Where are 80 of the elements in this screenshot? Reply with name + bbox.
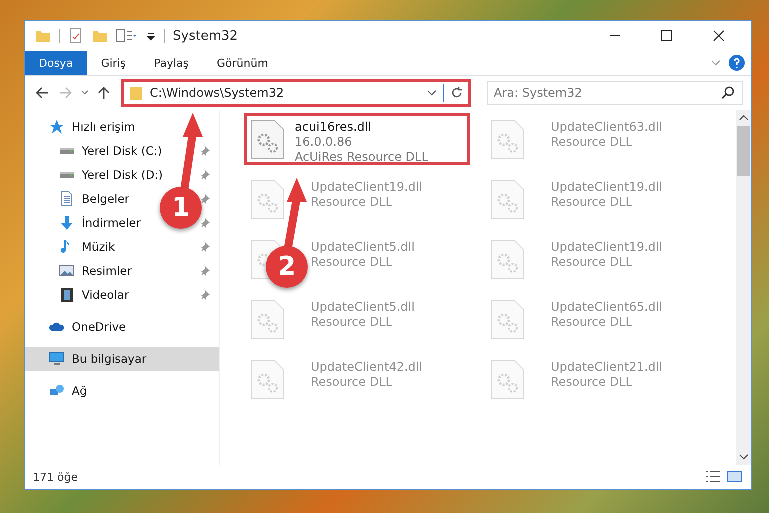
file-name: UpdateClient5.dll xyxy=(311,240,415,255)
file-description: Resource DLL xyxy=(311,315,394,330)
file-description: Resource DLL xyxy=(311,375,394,390)
back-arrow-icon[interactable] xyxy=(35,86,49,100)
tiles-view-icon[interactable] xyxy=(727,470,743,484)
help-icon[interactable] xyxy=(729,55,745,71)
refresh-icon[interactable] xyxy=(450,86,464,100)
pin-icon[interactable] xyxy=(199,145,211,157)
view-icon[interactable] xyxy=(116,28,138,44)
ribbon-tab[interactable]: Paylaş xyxy=(140,51,203,75)
properties-icon[interactable] xyxy=(68,28,84,44)
file-description: Resource DLL xyxy=(551,375,634,390)
window-title: System32 xyxy=(173,28,238,44)
sidebar-item[interactable]: Resimler xyxy=(59,263,132,279)
file-name: UpdateClient42.dll xyxy=(311,360,423,375)
scroll-up-icon[interactable] xyxy=(738,114,748,122)
pin-icon[interactable] xyxy=(199,289,211,301)
file-name: UpdateClient65.dll xyxy=(551,300,663,315)
sidebar-item[interactable]: İndirmeler xyxy=(59,215,141,231)
dropdown-icon[interactable] xyxy=(427,88,437,98)
sidebar-item[interactable]: Belgeler xyxy=(59,191,130,207)
file-name: UpdateClient21.dll xyxy=(551,360,663,375)
address-bar[interactable]: C:\Windows\System32 xyxy=(121,79,471,107)
film-icon xyxy=(59,287,75,303)
sidebar-item[interactable]: Yerel Disk (C:) xyxy=(59,144,162,158)
file-description: Resource DLL xyxy=(551,195,634,210)
file-name: acui16res.dll xyxy=(295,120,373,135)
download-arrow-icon xyxy=(59,215,75,231)
new-folder-icon[interactable] xyxy=(92,28,108,44)
picture-icon xyxy=(59,263,75,279)
scrollbar[interactable] xyxy=(736,110,751,465)
ribbon-tab[interactable]: Giriş xyxy=(87,51,140,75)
pin-icon[interactable] xyxy=(199,241,211,253)
item-count: 171 öğe xyxy=(33,470,78,484)
pin-icon[interactable] xyxy=(199,193,211,205)
gear-file-icon[interactable] xyxy=(251,120,285,160)
document-icon xyxy=(59,191,75,207)
drive-icon xyxy=(59,171,75,179)
file-description: Resource DLL xyxy=(311,195,394,210)
search-field[interactable]: Ara: System32 xyxy=(487,81,743,105)
file-name: UpdateClient19.dll xyxy=(311,180,423,195)
close-icon[interactable] xyxy=(713,30,725,42)
sidebar-item[interactable]: Videolar xyxy=(59,287,130,303)
chevron-icon[interactable] xyxy=(711,58,721,68)
file-description: Resource DLL xyxy=(551,255,634,270)
sidebar-item[interactable]: Bu bilgisayar xyxy=(25,347,219,371)
folder-icon[interactable] xyxy=(35,28,51,44)
file-item[interactable]: acui16res.dll 16.0.0.86 AcUiRes Resource DLL xyxy=(244,113,470,165)
ribbon-tab[interactable]: Dosya xyxy=(25,51,88,75)
scroll-thumb[interactable] xyxy=(737,126,750,176)
file-name: UpdateClient5.dll xyxy=(311,300,415,315)
file-name: UpdateClient19.dll xyxy=(551,180,663,195)
file-description: Resource DLL xyxy=(551,315,634,330)
pin-icon[interactable] xyxy=(199,217,211,229)
ribbon-tab[interactable]: Görünüm xyxy=(203,51,282,75)
up-arrow-icon[interactable] xyxy=(97,86,111,100)
pin-icon[interactable] xyxy=(199,265,211,277)
monitor-icon xyxy=(49,351,65,367)
sidebar-item[interactable]: Hızlı erişim xyxy=(49,119,136,135)
file-name: UpdateClient63.dll xyxy=(551,120,663,135)
drive-icon xyxy=(59,147,75,155)
sidebar-item[interactable]: Müzik xyxy=(59,239,116,255)
sidebar-item[interactable]: Ağ xyxy=(49,383,88,399)
file-description: Resource DLL xyxy=(311,255,394,270)
address-path: C:\Windows\System32 xyxy=(150,86,286,100)
pin-icon[interactable] xyxy=(199,169,211,181)
file-name: UpdateClient19.dll xyxy=(551,240,663,255)
search-icon[interactable] xyxy=(721,86,735,100)
recent-dropdown-icon[interactable] xyxy=(81,89,89,97)
maximize-icon[interactable] xyxy=(661,30,673,42)
sidebar-item[interactable]: Yerel Disk (D:) xyxy=(59,168,164,182)
file-description: Resource DLL xyxy=(551,135,634,150)
file-version: 16.0.0.86 xyxy=(295,135,354,150)
folder-icon xyxy=(128,85,144,101)
file-description: AcUiRes Resource DLL xyxy=(295,150,428,165)
details-view-icon[interactable] xyxy=(705,470,721,484)
star-icon xyxy=(49,119,65,135)
scroll-down-icon[interactable] xyxy=(738,453,748,461)
sidebar-item[interactable]: OneDrive xyxy=(49,319,126,335)
forward-arrow-icon[interactable] xyxy=(59,86,73,100)
